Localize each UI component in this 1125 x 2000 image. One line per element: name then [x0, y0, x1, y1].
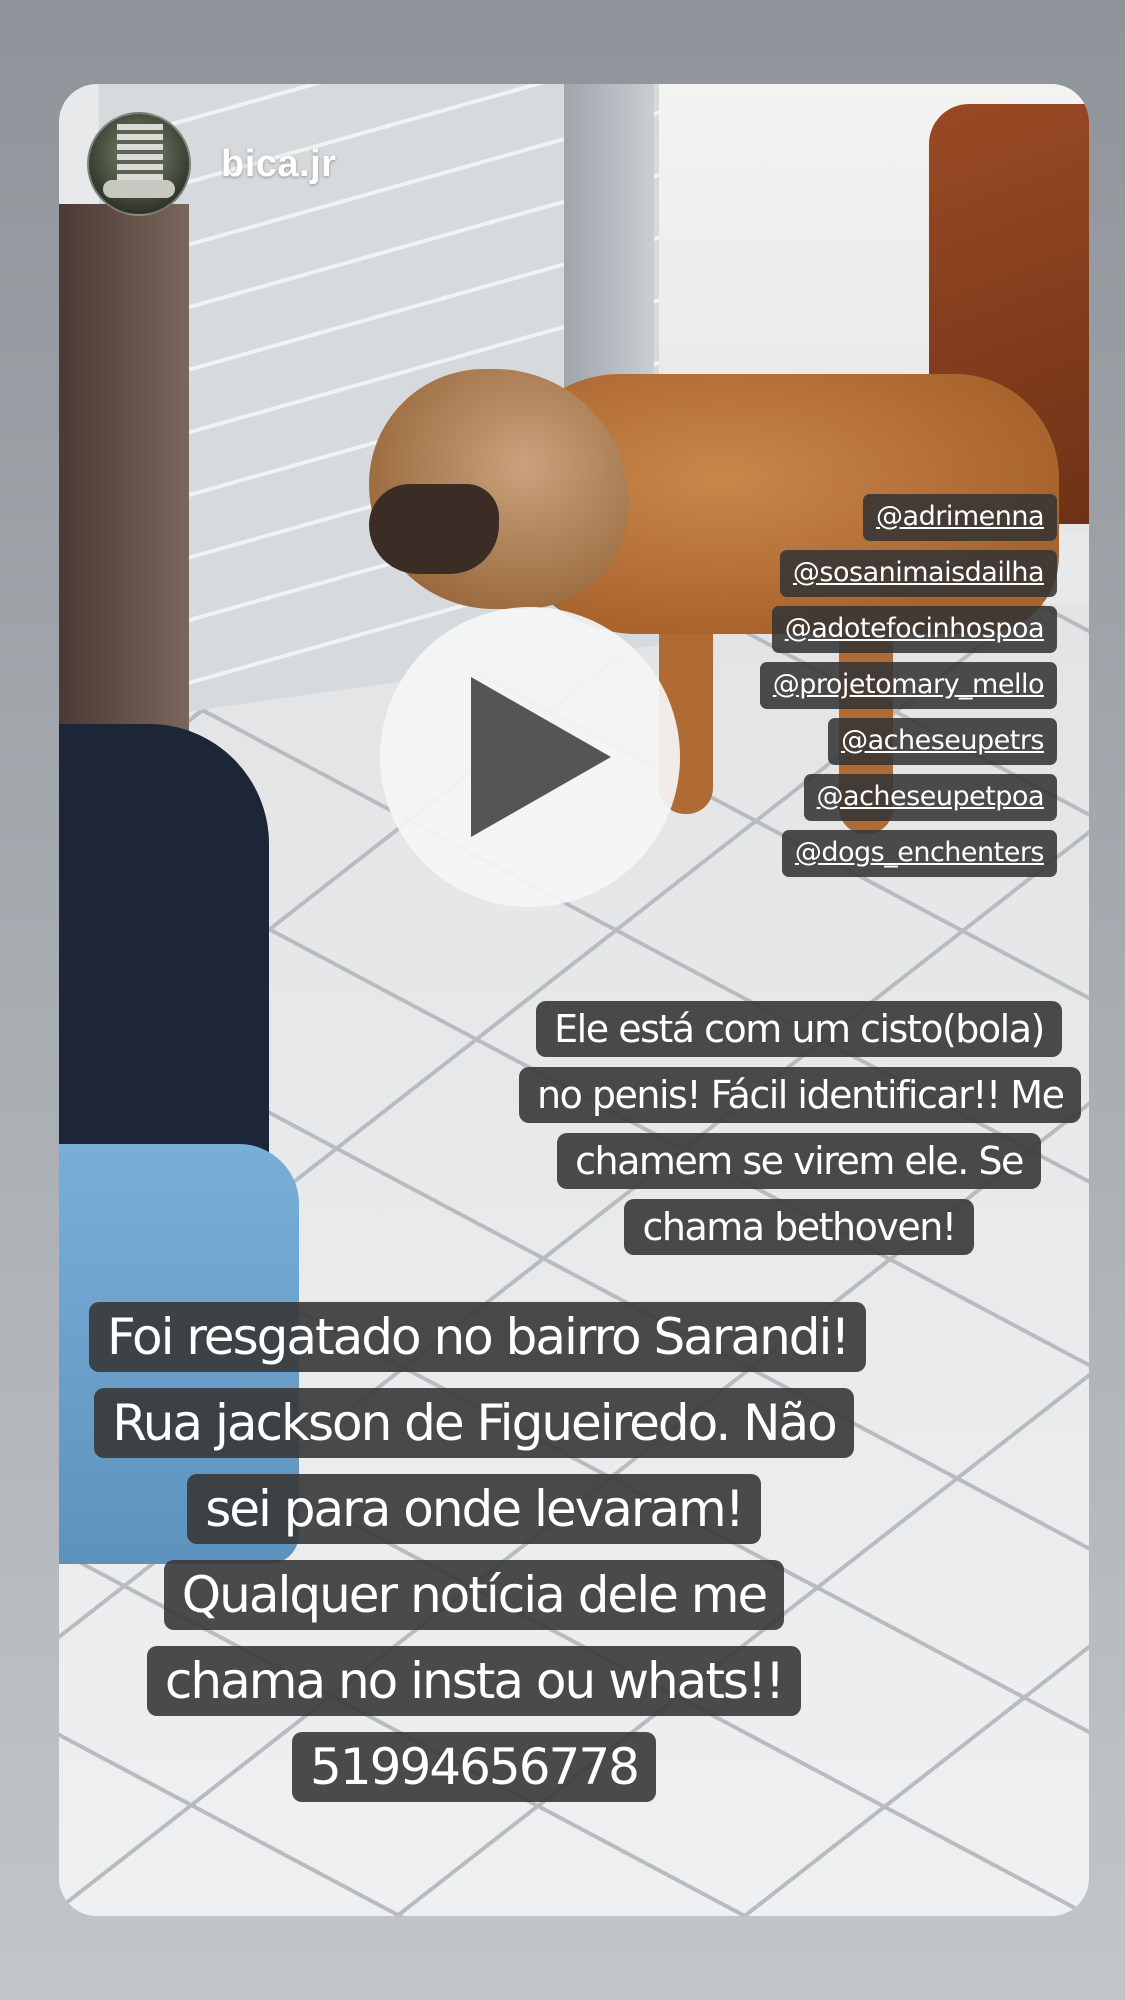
mention-sticker[interactable]: @sosanimaisdailha — [779, 550, 1057, 597]
mention-stickers: @adrimenna @sosanimaisdailha @adotefocin… — [759, 494, 1057, 877]
avatar[interactable] — [87, 112, 191, 216]
caption-lower: Foi resgatado no bairro Sarandi! Rua jac… — [89, 1294, 867, 1810]
mention-sticker[interactable]: @dogs_enchenters — [781, 830, 1057, 877]
dog-snout — [369, 484, 499, 574]
caption-upper-text: Ele está com um cisto(bola) no penis! Fá… — [519, 1001, 1082, 1255]
caption-upper: Ele está com um cisto(bola) no penis! Fá… — [519, 996, 1082, 1260]
mention-sticker[interactable]: @acheseupetpoa — [803, 774, 1057, 821]
mention-sticker[interactable]: @acheseupetrs — [828, 718, 1057, 765]
story-header: bica.jr — [87, 112, 336, 216]
play-icon — [471, 677, 611, 837]
caption-lower-text: Foi resgatado no bairro Sarandi! Rua jac… — [89, 1302, 867, 1802]
door-frame-pillar — [564, 84, 654, 414]
play-button[interactable] — [380, 607, 680, 907]
mention-sticker[interactable]: @projetomary_mello — [759, 662, 1057, 709]
mention-sticker[interactable]: @adotefocinhospoa — [771, 606, 1057, 653]
mention-sticker[interactable]: @adrimenna — [863, 494, 1057, 541]
story-frame[interactable]: bica.jr @adrimenna @sosanimaisdailha @ad… — [59, 84, 1089, 1916]
username[interactable]: bica.jr — [221, 143, 336, 186]
